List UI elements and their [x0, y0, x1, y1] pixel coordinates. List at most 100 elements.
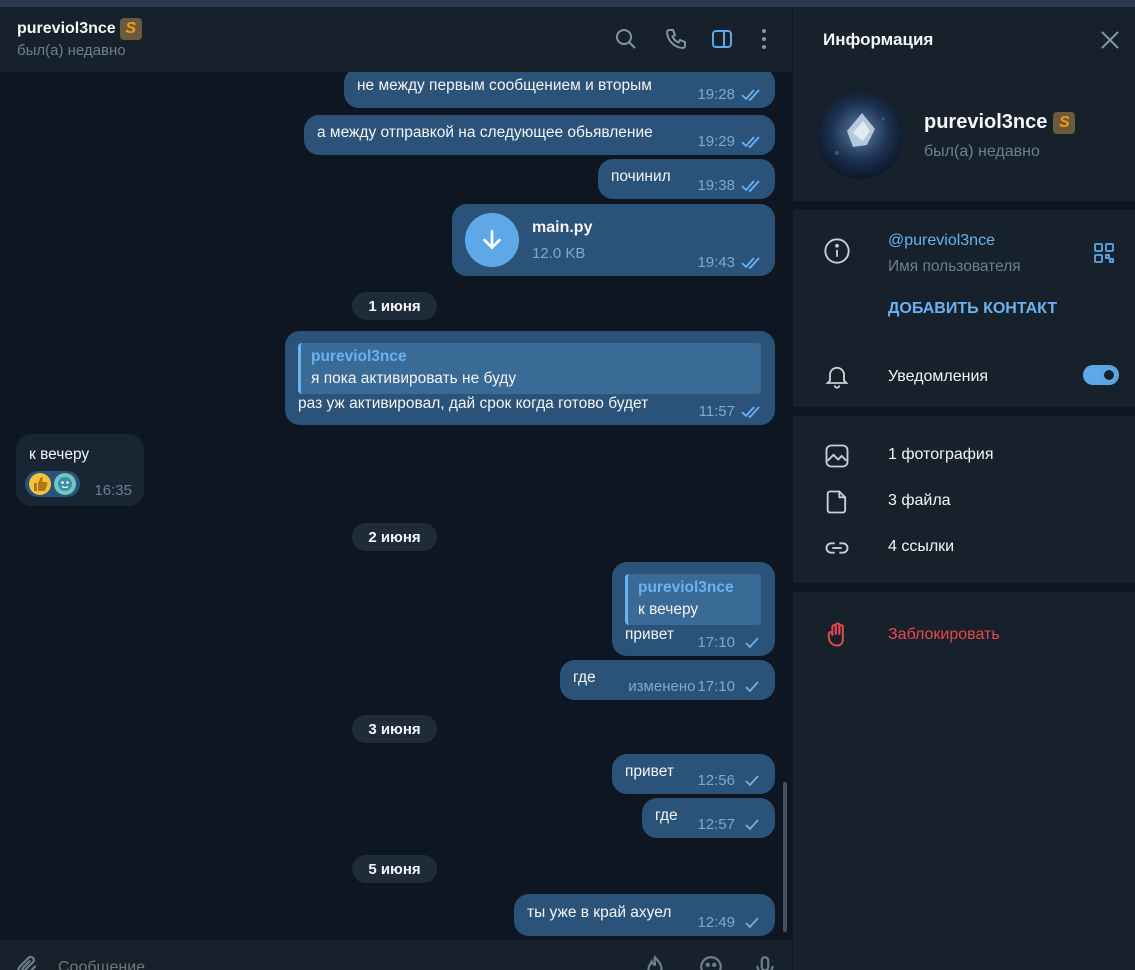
info-title: Информация [823, 30, 934, 49]
date-separator: 2 июня [352, 523, 437, 551]
block-button[interactable]: Заблокировать [888, 626, 1000, 644]
message-meta: 12:57 [697, 816, 763, 833]
reply-text: к вечеру [638, 601, 699, 618]
search-icon[interactable] [614, 27, 638, 51]
message-time: 19:38 [697, 177, 735, 194]
message-time: 19:29 [697, 133, 735, 150]
message-bubble[interactable]: починил 19:38 [598, 159, 775, 199]
double-check-icon [741, 179, 760, 192]
message-text: где [655, 807, 678, 824]
reply-quote[interactable]: pureviol3nce к вечеру [625, 574, 761, 625]
thumbs-up-reaction-icon[interactable] [29, 473, 51, 495]
message-meta: 19:28 [697, 86, 763, 103]
date-separator: 3 июня [352, 715, 437, 743]
bot-commands-icon[interactable] [642, 954, 668, 970]
message-bubble[interactable]: ты уже в край ахуел 12:49 [514, 894, 775, 936]
message-bubble[interactable]: где 12:57 [642, 798, 775, 838]
more-icon[interactable] [752, 27, 776, 51]
date-separator: 5 июня [352, 855, 437, 883]
message-bubble[interactable]: где изменено 17:10 [560, 660, 775, 700]
premium-badge: S [1053, 111, 1076, 134]
message-text: раз уж активировал, дай срок когда готов… [298, 395, 649, 412]
message-scrollbar[interactable] [783, 782, 787, 932]
reply-message-bubble[interactable]: pureviol3nce я пока активировать не буду… [285, 331, 775, 425]
info-icon [823, 237, 851, 265]
emoji-icon[interactable] [698, 954, 724, 970]
message-meta: 17:10 [697, 634, 763, 651]
composer [0, 940, 792, 970]
close-icon[interactable] [1099, 29, 1121, 51]
message-text: где [573, 669, 596, 686]
message-text: привет [625, 763, 674, 780]
message-meta: 12:49 [697, 914, 763, 931]
message-text: а между отправкой на следующее обьявлени… [317, 124, 653, 141]
peer-status: был(а) недавно [17, 42, 126, 59]
message-text: не между первым сообщением и вторым [357, 77, 652, 94]
check-icon [745, 680, 759, 692]
file-icon [823, 488, 851, 516]
message-bubble[interactable]: привет 12:56 [612, 754, 775, 794]
file-message-bubble[interactable]: main.py 12.0 KB 19:43 [452, 204, 775, 276]
add-contact-button[interactable]: ДОБАВИТЬ КОНТАКТ [888, 300, 1057, 318]
reply-author: pureviol3nce [638, 579, 734, 596]
message-meta: 11:57 [699, 403, 763, 420]
section-divider [793, 583, 1135, 592]
message-list[interactable]: не между первым сообщением и вторым 19:2… [0, 72, 792, 940]
sidebar-toggle-icon[interactable] [710, 27, 734, 51]
notifications-label: Уведомления [888, 368, 989, 385]
message-bubble[interactable]: не между первым сообщением и вторым 19:2… [344, 72, 775, 108]
message-text: починил [611, 168, 671, 185]
hand-block-icon [823, 621, 851, 649]
info-name-area: pureviol3nce S [924, 111, 1076, 134]
reply-quote[interactable]: pureviol3nce я пока активировать не буду [298, 343, 761, 394]
download-button[interactable] [465, 213, 519, 267]
username-label: Имя пользователя [888, 258, 1021, 275]
message-time: 16:35 [94, 482, 132, 499]
avatar[interactable] [817, 93, 903, 179]
check-icon [745, 636, 759, 648]
reactions-bar[interactable] [25, 471, 80, 497]
message-text: к вечеру [29, 446, 90, 463]
message-meta: 19:43 [697, 254, 763, 271]
bell-icon [823, 362, 851, 390]
message-time: 12:57 [697, 816, 735, 833]
username-link[interactable]: @pureviol3nce [888, 232, 995, 250]
message-meta: 16:35 [94, 482, 132, 499]
message-meta: 19:29 [697, 133, 763, 150]
section-divider [793, 407, 1135, 416]
attach-icon[interactable] [14, 954, 40, 970]
message-bubble[interactable]: а между отправкой на следующее обьявлени… [304, 115, 775, 155]
peer-name-area[interactable]: pureviol3nce S [17, 18, 142, 40]
link-icon [823, 534, 851, 562]
message-time: 19:28 [697, 86, 735, 103]
message-meta: 12:56 [697, 772, 763, 789]
message-text: привет [625, 626, 674, 643]
double-check-icon [741, 256, 760, 269]
check-icon [745, 916, 759, 928]
files-link[interactable]: 3 файла [888, 492, 951, 510]
message-time: 19:43 [697, 254, 735, 271]
notifications-toggle[interactable] [1083, 365, 1119, 385]
sticker-reaction-icon[interactable] [54, 473, 76, 495]
info-status: был(а) недавно [924, 143, 1040, 160]
message-time: 11:57 [698, 403, 735, 420]
check-icon [745, 818, 759, 830]
peer-name[interactable]: pureviol3nce [17, 20, 116, 38]
chat-panel: pureviol3nce S был(а) недавно не между п… [0, 7, 792, 970]
window-top-border [0, 0, 1135, 7]
message-meta: 19:38 [697, 177, 763, 194]
incoming-message-bubble[interactable]: к вечеру 16:35 [16, 434, 144, 506]
edited-label: изменено [628, 678, 696, 695]
links-link[interactable]: 4 ссылки [888, 538, 954, 556]
photos-link[interactable]: 1 фотография [888, 446, 994, 464]
mic-icon[interactable] [752, 954, 778, 970]
phone-icon[interactable] [664, 27, 688, 51]
message-time: 17:10 [697, 634, 735, 651]
file-size: 12.0 KB [532, 245, 586, 262]
info-name: pureviol3nce [924, 111, 1048, 133]
message-time: 17:10 [697, 678, 735, 695]
double-check-icon [741, 88, 760, 101]
reply-message-bubble[interactable]: pureviol3nce к вечеру привет 17:10 [612, 562, 775, 656]
message-input[interactable] [58, 958, 578, 970]
qr-code-icon[interactable] [1093, 242, 1115, 264]
